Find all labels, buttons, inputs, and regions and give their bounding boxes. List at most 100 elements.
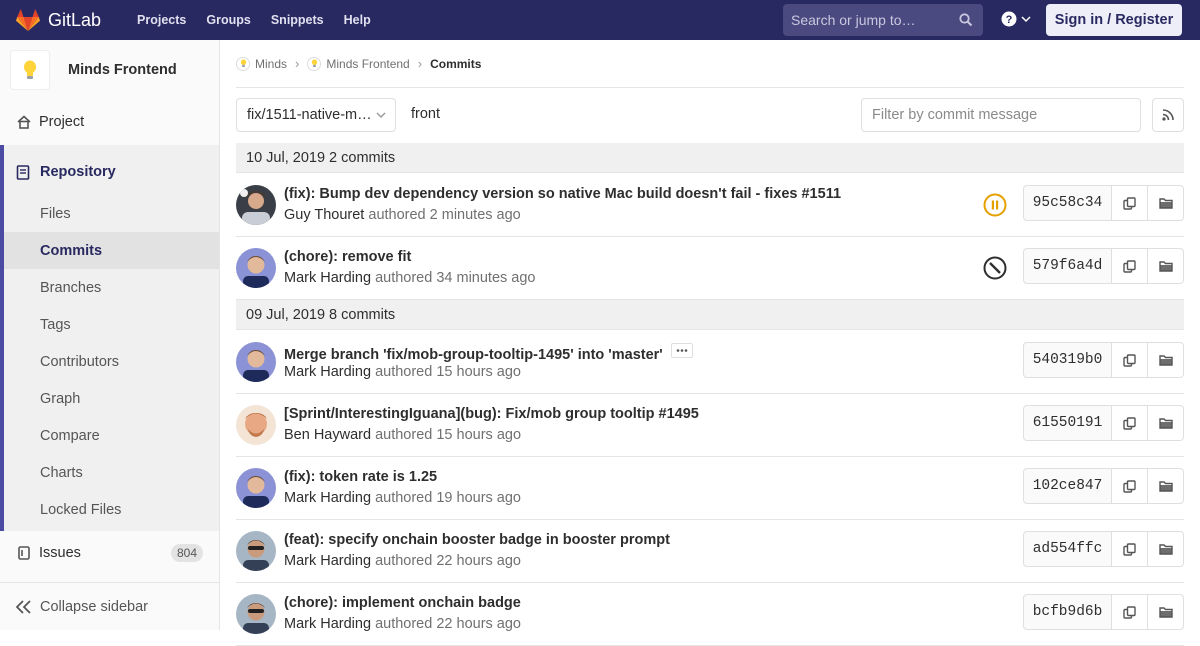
commit-author[interactable]: Mark Harding <box>284 490 371 506</box>
copy-icon <box>1123 353 1136 367</box>
commit-author[interactable]: Mark Harding <box>284 553 371 569</box>
sidebar-item-contributors[interactable]: Contributors <box>4 343 219 380</box>
expand-description-button[interactable] <box>670 343 693 358</box>
copy-sha-button[interactable] <box>1112 594 1148 630</box>
browse-files-button[interactable] <box>1148 594 1184 630</box>
commit-title-row: (feat): specify onchain booster badge in… <box>284 532 670 548</box>
sidebar-item-compare[interactable]: Compare <box>4 417 219 454</box>
pipeline-status-button[interactable] <box>982 192 1008 218</box>
search-box <box>783 4 983 36</box>
breadcrumb-label: Minds <box>255 56 288 71</box>
sidebar-item-project[interactable]: Project <box>0 103 219 140</box>
browse-files-button[interactable] <box>1148 248 1184 284</box>
commit-sha-link[interactable]: 102ce847 <box>1023 468 1112 504</box>
rss-button[interactable] <box>1152 98 1184 132</box>
browse-files-button[interactable] <box>1148 531 1184 567</box>
copy-icon <box>1123 479 1136 493</box>
copy-sha-button[interactable] <box>1112 531 1148 567</box>
sidebar-item-repository[interactable]: Repository <box>4 153 219 191</box>
commit-sha-group: 540319b0 <box>1023 342 1184 378</box>
avatar[interactable] <box>236 468 276 508</box>
sidebar: Minds Frontend Project Repository Files … <box>0 40 220 630</box>
commit-author[interactable]: Ben Hayward <box>284 427 371 443</box>
avatar[interactable] <box>236 405 276 445</box>
commit-time: 34 minutes ago <box>436 270 536 286</box>
commits-toolbar: fix/1511-native-m… front <box>236 98 1184 132</box>
commit-title[interactable]: (feat): specify onchain booster badge in… <box>284 532 670 548</box>
repository-section: Repository Files Commits Branches Tags C… <box>0 145 219 531</box>
branch-dropdown[interactable]: fix/1511-native-m… <box>236 98 396 132</box>
commit-title[interactable]: (chore): implement onchain badge <box>284 595 521 611</box>
avatar[interactable] <box>236 185 276 225</box>
path-label[interactable]: front <box>411 106 440 122</box>
commit-title[interactable]: (chore): remove fit <box>284 249 411 265</box>
brand-name: GitLab <box>48 9 102 30</box>
avatar[interactable] <box>236 531 276 571</box>
authored-label: authored <box>375 270 433 286</box>
commit-title[interactable]: (fix): Bump dev dependency version so na… <box>284 186 841 202</box>
commit-sha-link[interactable]: 540319b0 <box>1023 342 1112 378</box>
browse-files-button[interactable] <box>1148 185 1184 221</box>
nav-help[interactable]: Help <box>334 0 381 40</box>
sidebar-item-issues[interactable]: Issues 804 <box>0 534 219 571</box>
copy-sha-button[interactable] <box>1112 405 1148 441</box>
commit-author[interactable]: Guy Thouret <box>284 207 364 223</box>
repository-icon <box>16 164 32 180</box>
commit-sha-link[interactable]: bcfb9d6b <box>1023 594 1112 630</box>
breadcrumb-commits[interactable]: Commits <box>430 57 481 71</box>
sidebar-item-files[interactable]: Files <box>4 195 219 232</box>
commit-row: (chore): remove fit Mark Harding authored… <box>236 237 1184 300</box>
commit-title[interactable]: [Sprint/InterestingIguana](bug): Fix/mob… <box>284 406 699 422</box>
commit-title[interactable]: (fix): token rate is 1.25 <box>284 469 437 485</box>
gitlab-logo[interactable]: GitLab <box>16 0 101 40</box>
browse-files-button[interactable] <box>1148 405 1184 441</box>
copy-sha-button[interactable] <box>1112 468 1148 504</box>
sidebar-item-graph[interactable]: Graph <box>4 380 219 417</box>
folder-icon <box>1158 198 1173 209</box>
question-icon: ? <box>1001 11 1017 27</box>
copy-sha-button[interactable] <box>1112 185 1148 221</box>
avatar[interactable] <box>236 594 276 634</box>
breadcrumb-minds-frontend[interactable]: Minds Frontend <box>307 56 410 71</box>
commit-time: 22 hours ago <box>436 553 521 569</box>
commit-sha-link[interactable]: 61550191 <box>1023 405 1112 441</box>
commit-sha-link[interactable]: ad554ffc <box>1023 531 1112 567</box>
nav-snippets[interactable]: Snippets <box>261 0 334 40</box>
sign-in-button[interactable]: Sign in / Register <box>1046 4 1182 36</box>
commit-title-row: (fix): Bump dev dependency version so na… <box>284 186 841 202</box>
sidebar-item-charts[interactable]: Charts <box>4 454 219 491</box>
pipeline-status-button[interactable] <box>982 255 1008 281</box>
authored-label: authored <box>368 207 426 223</box>
nav-projects[interactable]: Projects <box>127 0 196 40</box>
folder-icon <box>1158 481 1173 492</box>
browse-files-button[interactable] <box>1148 468 1184 504</box>
sidebar-item-tags[interactable]: Tags <box>4 306 219 343</box>
sidebar-item-commits[interactable]: Commits <box>4 232 219 269</box>
commit-sha-link[interactable]: 579f6a4d <box>1023 248 1112 284</box>
commit-author[interactable]: Mark Harding <box>284 364 371 380</box>
main-content: Minds › Minds Frontend › Commits fix/151… <box>220 40 1200 646</box>
authored-label: authored <box>375 364 433 380</box>
commit-sha-link[interactable]: 95c58c34 <box>1023 185 1112 221</box>
lightbulb-icon <box>236 56 250 71</box>
lightbulb-icon <box>307 56 322 71</box>
search-input[interactable] <box>791 12 956 28</box>
authored-label: authored <box>375 490 433 506</box>
avatar[interactable] <box>236 342 276 382</box>
sidebar-item-locked-files[interactable]: Locked Files <box>4 491 219 528</box>
sidebar-item-branches[interactable]: Branches <box>4 269 219 306</box>
filter-commit-input[interactable] <box>861 98 1141 132</box>
project-header[interactable]: Minds Frontend <box>0 40 219 100</box>
commit-row: Merge branch 'fix/mob-group-tooltip-1495… <box>236 331 1184 394</box>
breadcrumb-minds[interactable]: Minds <box>236 56 288 71</box>
commit-author[interactable]: Mark Harding <box>284 270 371 286</box>
commit-title[interactable]: Merge branch 'fix/mob-group-tooltip-1495… <box>284 347 663 363</box>
browse-files-button[interactable] <box>1148 342 1184 378</box>
avatar[interactable] <box>236 248 276 288</box>
nav-groups[interactable]: Groups <box>196 0 260 40</box>
copy-sha-button[interactable] <box>1112 248 1148 284</box>
commit-title-row: [Sprint/InterestingIguana](bug): Fix/mob… <box>284 406 699 422</box>
collapse-sidebar-button[interactable]: Collapse sidebar <box>0 582 219 630</box>
copy-sha-button[interactable] <box>1112 342 1148 378</box>
help-dropdown[interactable]: ? <box>1001 11 1031 27</box>
